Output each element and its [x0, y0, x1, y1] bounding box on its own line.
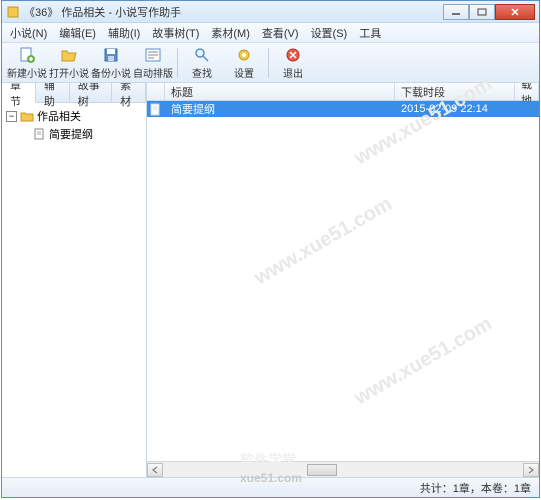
left-tabs: 章节 辅助 故事树 素材 — [2, 83, 146, 103]
app-window: 《36》 作品相关 - 小说写作助手 小说(N) 编辑(E) 辅助(I) 故事树… — [1, 0, 540, 498]
auto-layout-button[interactable]: 自动排版 — [132, 45, 174, 81]
tab-assist[interactable]: 辅助 — [36, 83, 70, 102]
auto-layout-label: 自动排版 — [133, 65, 173, 80]
list-header: 标题 下载时段 下载地址 — [147, 83, 539, 101]
minimize-button[interactable] — [443, 4, 469, 20]
menu-tools[interactable]: 工具 — [353, 23, 387, 43]
menu-storytree[interactable]: 故事树(T) — [146, 23, 205, 43]
scroll-left-button[interactable] — [147, 463, 163, 477]
scroll-track[interactable] — [163, 463, 523, 477]
toolbar-separator — [177, 48, 178, 78]
col-time[interactable]: 下载时段 — [395, 83, 515, 100]
layout-icon — [144, 46, 162, 64]
horizontal-scrollbar[interactable] — [147, 461, 539, 477]
gear-icon — [235, 46, 253, 64]
menu-view[interactable]: 查看(V) — [256, 23, 305, 43]
exit-label: 退出 — [283, 65, 303, 80]
chapter-tree: − 作品相关 简要提纲 — [2, 103, 146, 477]
tree-child-label: 简要提纲 — [49, 126, 93, 142]
statusbar: 共计：1章，本卷：1章 — [2, 477, 539, 497]
open-novel-button[interactable]: 打开小说 — [48, 45, 90, 81]
save-icon — [102, 46, 120, 64]
folder-open-icon — [60, 46, 78, 64]
row-addr — [515, 108, 539, 110]
close-button[interactable] — [495, 4, 535, 20]
new-novel-label: 新建小说 — [7, 65, 47, 80]
toolbar: 新建小说 打开小说 备份小说 自动排版 查找 设置 退出 — [2, 43, 539, 83]
status-text: 共计：1章，本卷：1章 — [420, 480, 531, 496]
exit-icon — [284, 46, 302, 64]
tab-chapter[interactable]: 章节 — [2, 83, 36, 103]
folder-icon — [20, 110, 34, 122]
app-icon — [6, 5, 20, 19]
document-icon — [32, 128, 46, 140]
menubar: 小说(N) 编辑(E) 辅助(I) 故事树(T) 素材(M) 查看(V) 设置(… — [2, 23, 539, 43]
toolbar-separator — [268, 48, 269, 78]
scroll-thumb[interactable] — [307, 464, 337, 476]
list-body: 简要提纲 2015-02-09 22:14 — [147, 101, 539, 461]
backup-novel-label: 备份小说 — [91, 65, 131, 80]
row-icon-cell — [147, 102, 165, 117]
col-title[interactable]: 标题 — [165, 83, 395, 100]
tab-storytree[interactable]: 故事树 — [70, 83, 112, 102]
titlebar: 《36》 作品相关 - 小说写作助手 — [2, 1, 539, 23]
content-area: 章节 辅助 故事树 素材 − 作品相关 简要提纲 标题 — [2, 83, 539, 477]
col-addr[interactable]: 下载地址 — [515, 83, 539, 100]
left-panel: 章节 辅助 故事树 素材 − 作品相关 简要提纲 — [2, 83, 147, 477]
tree-root-label: 作品相关 — [37, 108, 81, 124]
tree-child-node[interactable]: 简要提纲 — [4, 125, 144, 143]
collapse-icon[interactable]: − — [6, 111, 17, 122]
menu-edit[interactable]: 编辑(E) — [53, 23, 102, 43]
document-icon — [149, 103, 162, 116]
find-button[interactable]: 查找 — [181, 45, 223, 81]
settings-button[interactable]: 设置 — [223, 45, 265, 81]
window-controls — [443, 4, 535, 20]
backup-novel-button[interactable]: 备份小说 — [90, 45, 132, 81]
row-time: 2015-02-09 22:14 — [395, 102, 515, 116]
right-panel: 标题 下载时段 下载地址 简要提纲 2015-02-09 22:14 — [147, 83, 539, 477]
search-icon — [193, 46, 211, 64]
new-file-icon — [18, 46, 36, 64]
row-title: 简要提纲 — [165, 101, 395, 118]
open-novel-label: 打开小说 — [49, 65, 89, 80]
col-icon[interactable] — [147, 83, 165, 100]
list-row[interactable]: 简要提纲 2015-02-09 22:14 — [147, 101, 539, 117]
scroll-right-button[interactable] — [523, 463, 539, 477]
exit-button[interactable]: 退出 — [272, 45, 314, 81]
tree-root-node[interactable]: − 作品相关 — [4, 107, 144, 125]
window-title: 《36》 作品相关 - 小说写作助手 — [24, 4, 443, 20]
settings-label: 设置 — [234, 65, 254, 80]
new-novel-button[interactable]: 新建小说 — [6, 45, 48, 81]
tab-material[interactable]: 素材 — [112, 83, 146, 102]
find-label: 查找 — [192, 65, 212, 80]
menu-novel[interactable]: 小说(N) — [4, 23, 53, 43]
menu-material[interactable]: 素材(M) — [205, 23, 256, 43]
menu-settings[interactable]: 设置(S) — [305, 23, 354, 43]
maximize-button[interactable] — [469, 4, 495, 20]
menu-assist[interactable]: 辅助(I) — [102, 23, 146, 43]
